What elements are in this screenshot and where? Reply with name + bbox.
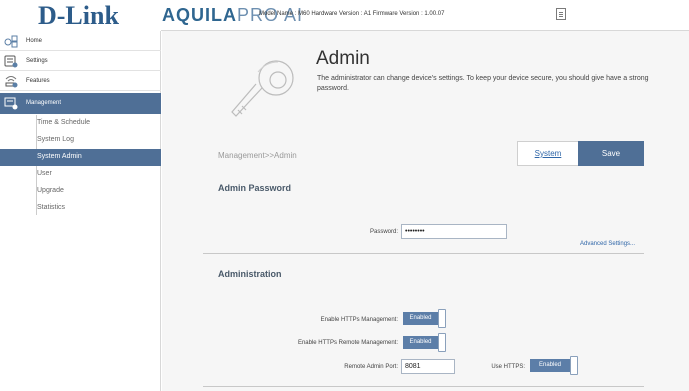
https-management-label: Enable HTTPs Management:: [320, 317, 398, 323]
home-icon: [4, 35, 18, 48]
features-icon: [5, 76, 18, 88]
sidebar-subitem-statistics[interactable]: Statistics: [0, 200, 161, 217]
settings-icon: [4, 55, 18, 68]
sidebar-subitem-user[interactable]: User: [0, 166, 161, 183]
breadcrumb: Management>>Admin: [218, 151, 297, 160]
section-divider: [203, 253, 644, 254]
advanced-settings-link[interactable]: Advanced Settings...: [580, 241, 635, 247]
remote-admin-port-field[interactable]: 8081: [401, 359, 455, 374]
sidebar-item-label: Home: [26, 38, 43, 44]
toggle-knob: [438, 333, 446, 352]
toggle-knob: [570, 356, 578, 375]
sidebar-subitem-label: Upgrade: [37, 187, 64, 194]
sidebar-item-management[interactable]: Management: [0, 93, 161, 114]
toggle-state: Enabled: [530, 359, 570, 372]
page-title: Admin: [316, 48, 370, 69]
sidebar-subitem-system-admin[interactable]: System Admin: [0, 149, 161, 166]
sidebar-item-label: Features: [26, 78, 50, 84]
sidebar-item-home[interactable]: Home: [0, 31, 161, 51]
toggle-state: Enabled: [403, 312, 438, 325]
save-button[interactable]: Save: [578, 141, 644, 166]
page-description: The administrator can change device's se…: [317, 75, 649, 92]
sidebar-item-settings[interactable]: Settings: [0, 51, 161, 71]
sidebar-subitem-time-schedule[interactable]: Time & Schedule: [0, 115, 161, 132]
sidebar-subitem-upgrade[interactable]: Upgrade: [0, 183, 161, 200]
sidebar-subitem-label: User: [37, 170, 52, 177]
sidebar-subitem-label: Statistics: [37, 204, 66, 211]
toggle-state: Enabled: [403, 336, 438, 349]
device-info: Model Name : M60 Hardware Version : A1 F…: [259, 11, 445, 17]
use-https-toggle[interactable]: Enabled: [530, 356, 578, 375]
sidebar-subitem-label: System Log: [37, 136, 74, 143]
toggle-knob: [438, 309, 446, 328]
dlink-logo[interactable]: D-Link: [38, 2, 119, 30]
document-icon[interactable]: [556, 8, 566, 20]
management-icon: [4, 97, 18, 110]
https-remote-management-toggle[interactable]: Enabled: [403, 333, 447, 352]
key-icon: [231, 60, 294, 117]
sidebar: Home Settings Features Management Time &…: [0, 31, 161, 391]
https-management-toggle[interactable]: Enabled: [403, 309, 447, 328]
sidebar-item-label: Management: [26, 100, 62, 106]
https-remote-management-label: Enable HTTPs Remote Management:: [297, 340, 398, 346]
brand-primary: AQUILA: [162, 5, 237, 25]
administration-heading: Administration: [218, 269, 282, 279]
sidebar-subitem-system-log[interactable]: System Log: [0, 132, 161, 149]
password-field[interactable]: ••••••••: [401, 224, 507, 239]
sidebar-item-label: Settings: [26, 58, 48, 64]
system-button[interactable]: System: [517, 141, 579, 166]
admin-password-heading: Admin Password: [218, 183, 292, 193]
password-label: Password:: [369, 229, 398, 235]
top-header: D-Link AQUILAPRO AI Model Name : M60 Har…: [0, 0, 689, 31]
logo-area: D-Link: [0, 0, 161, 31]
sidebar-subitem-label: Time & Schedule: [37, 119, 91, 126]
sidebar-item-features[interactable]: Features: [0, 71, 161, 91]
use-https-label: Use HTTPS:: [491, 364, 525, 370]
remote-admin-port-label: Remote Admin Port:: [344, 364, 398, 370]
sidebar-subitem-label: System Admin: [37, 153, 82, 160]
section-divider: [203, 386, 644, 387]
